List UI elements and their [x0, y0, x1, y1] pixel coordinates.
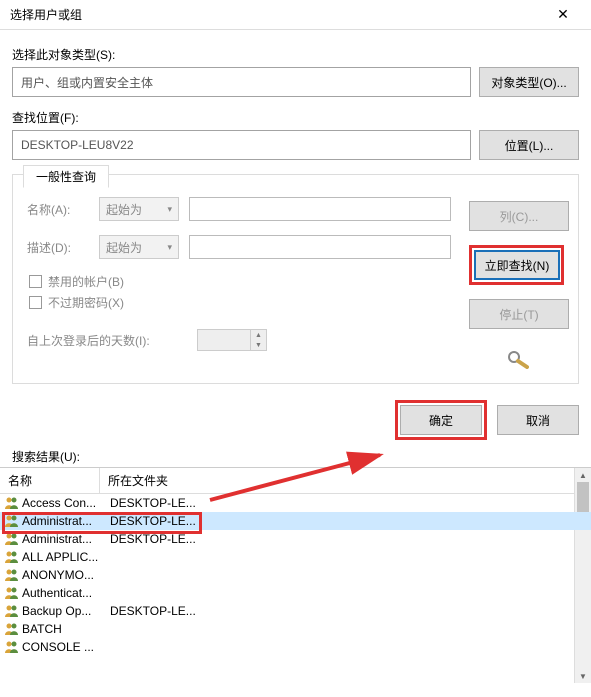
chevron-down-icon: ▾: [167, 204, 172, 215]
object-type-field[interactable]: 用户、组或内置安全主体: [12, 67, 471, 97]
row-name: BATCH: [22, 622, 104, 636]
locations-button[interactable]: 位置(L)...: [479, 130, 579, 160]
search-icon: [505, 349, 529, 369]
row-folder: DESKTOP-LE...: [104, 604, 200, 618]
table-row[interactable]: BATCH: [0, 620, 591, 638]
table-row[interactable]: CONSOLE ...: [0, 638, 591, 656]
table-row[interactable]: Administrat...DESKTOP-LE...: [0, 530, 591, 548]
row-folder: DESKTOP-LE...: [104, 532, 200, 546]
from-location-label: 查找位置(F):: [12, 109, 579, 126]
row-name: Authenticat...: [22, 586, 104, 600]
scroll-down-icon[interactable]: ▼: [575, 669, 591, 683]
name-label: 名称(A):: [27, 201, 89, 218]
location-field[interactable]: DESKTOP-LEU8V22: [12, 130, 471, 160]
group-icon: [4, 568, 20, 582]
object-type-label: 选择此对象类型(S):: [12, 46, 579, 63]
row-name: ANONYMO...: [22, 568, 104, 582]
name-input[interactable]: [189, 197, 451, 221]
disabled-accounts-checkbox[interactable]: [29, 275, 42, 288]
group-icon: [4, 550, 20, 564]
row-folder: DESKTOP-LE...: [104, 496, 200, 510]
group-icon: [4, 622, 20, 636]
row-name: CONSOLE ...: [22, 640, 104, 654]
desc-input[interactable]: [189, 235, 451, 259]
dialog-title: 选择用户或组: [10, 6, 82, 23]
row-name: Access Con...: [22, 496, 104, 510]
row-name: Backup Op...: [22, 604, 104, 618]
table-row[interactable]: Backup Op...DESKTOP-LE...: [0, 602, 591, 620]
chevron-down-icon: ▾: [167, 242, 172, 253]
find-now-button[interactable]: 立即查找(N): [474, 250, 560, 280]
stepper-up-icon[interactable]: ▲: [250, 330, 266, 340]
table-row[interactable]: ALL APPLIC...: [0, 548, 591, 566]
tab-general-query[interactable]: 一般性查询: [23, 165, 109, 188]
days-since-login-stepper[interactable]: ▲ ▼: [197, 329, 267, 351]
group-icon: [4, 586, 20, 600]
stop-button[interactable]: 停止(T): [469, 299, 569, 329]
row-name: Administrat...: [22, 532, 104, 546]
table-row[interactable]: ANONYMO...: [0, 566, 591, 584]
group-icon: [4, 604, 20, 618]
group-icon: [4, 532, 20, 546]
cancel-button[interactable]: 取消: [497, 405, 579, 435]
desc-label: 描述(D):: [27, 239, 89, 256]
nonexpiring-pwd-label: 不过期密码(X): [48, 294, 124, 311]
stepper-down-icon[interactable]: ▼: [250, 340, 266, 350]
desc-match-combo[interactable]: 起始为 ▾: [99, 235, 179, 259]
group-icon: [4, 640, 20, 654]
disabled-accounts-label: 禁用的帐户(B): [48, 273, 124, 290]
nonexpiring-pwd-checkbox[interactable]: [29, 296, 42, 309]
table-row[interactable]: Access Con...DESKTOP-LE...: [0, 494, 591, 512]
ok-button[interactable]: 确定: [400, 405, 482, 435]
name-match-value: 起始为: [106, 201, 142, 218]
search-results-label: 搜索结果(U):: [12, 448, 591, 465]
name-match-combo[interactable]: 起始为 ▾: [99, 197, 179, 221]
row-name: ALL APPLIC...: [22, 550, 104, 564]
group-icon: [4, 514, 20, 528]
scroll-up-icon[interactable]: ▲: [575, 468, 591, 482]
group-icon: [4, 496, 20, 510]
table-row[interactable]: Administrat...DESKTOP-LE...: [0, 512, 591, 530]
close-button[interactable]: ✕: [543, 1, 583, 29]
columns-button[interactable]: 列(C)...: [469, 201, 569, 231]
desc-match-value: 起始为: [106, 239, 142, 256]
object-types-button[interactable]: 对象类型(O)...: [479, 67, 579, 97]
days-since-login-label: 自上次登录后的天数(I):: [27, 332, 187, 349]
column-header-folder[interactable]: 所在文件夹: [100, 468, 591, 493]
row-name: Administrat...: [22, 514, 104, 528]
table-row[interactable]: Authenticat...: [0, 584, 591, 602]
row-folder: DESKTOP-LE...: [104, 514, 200, 528]
column-header-name[interactable]: 名称: [0, 468, 100, 493]
